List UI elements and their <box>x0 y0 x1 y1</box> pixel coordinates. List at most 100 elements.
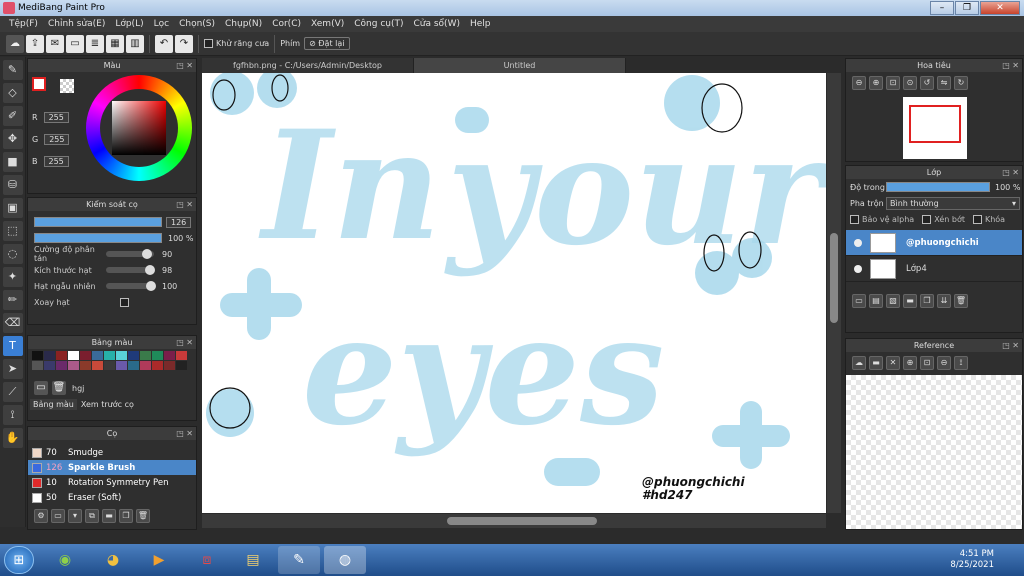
share-icon[interactable]: ⇪ <box>26 34 44 53</box>
redo-icon[interactable]: ↷ <box>175 34 193 53</box>
delete-layer-icon[interactable]: 🗑 <box>954 294 968 308</box>
menu-capture[interactable]: Chụp(N) <box>220 19 267 29</box>
r-input[interactable]: 255 <box>43 111 69 123</box>
brush-param-slider[interactable] <box>106 265 156 275</box>
slider-knob[interactable] <box>145 265 156 275</box>
zoom-out-icon[interactable]: ⊖ <box>852 76 866 90</box>
tab-brush-preview[interactable]: Xem trước cọ <box>77 399 138 410</box>
menu-file[interactable]: Tệp(F) <box>4 19 43 29</box>
folder-icon[interactable]: ▬ <box>102 509 116 523</box>
merge-layer-icon[interactable]: ⇊ <box>937 294 951 308</box>
system-clock[interactable]: 4:51 PM 8/25/2021 <box>950 549 994 571</box>
palette-color-swatch[interactable] <box>92 361 103 370</box>
menu-layer[interactable]: Lớp(L) <box>110 19 148 29</box>
b-input[interactable]: 255 <box>43 155 69 167</box>
undo-icon[interactable]: ↶ <box>155 34 173 53</box>
vertical-scrollbar[interactable] <box>827 73 841 513</box>
panel-options-icon[interactable]: ◳ ✕ <box>176 336 193 349</box>
dot-tool-icon[interactable]: ✐ <box>2 106 23 126</box>
menu-select[interactable]: Chọn(S) <box>174 19 220 29</box>
palette-color-swatch[interactable] <box>80 361 91 370</box>
vertical-scroll-thumb[interactable] <box>830 233 838 323</box>
new-palette-icon[interactable]: ▭ <box>34 381 48 395</box>
lasso-tool-icon[interactable]: ◌ <box>2 244 23 264</box>
hand-tool-icon[interactable]: ✋ <box>2 428 23 448</box>
menu-color[interactable]: Cor(C) <box>267 19 306 29</box>
protect-alpha-checkbox[interactable] <box>850 214 859 224</box>
palette-color-swatch[interactable] <box>164 351 175 360</box>
brush-opacity-bar[interactable] <box>34 233 162 243</box>
horizontal-scrollbar[interactable] <box>202 514 826 528</box>
brush-size-value[interactable]: 126 <box>166 216 192 228</box>
panel-options-icon[interactable]: ◳ ✕ <box>176 427 193 440</box>
fill-rect-icon[interactable]: ■ <box>2 152 23 172</box>
duplicate-icon[interactable]: ❐ <box>119 509 133 523</box>
comment-icon[interactable]: ✉ <box>46 34 64 53</box>
panel-options-icon[interactable]: ◳ ✕ <box>1002 166 1019 179</box>
palette-color-swatch[interactable] <box>92 351 103 360</box>
palette-color-swatch[interactable] <box>164 361 175 370</box>
palette-color-swatch[interactable] <box>140 351 151 360</box>
brush-size-bar[interactable] <box>34 217 162 227</box>
zoom-out-icon[interactable]: ⊖ <box>937 356 951 370</box>
text-tool-icon[interactable]: T <box>2 336 23 356</box>
palette-color-swatch[interactable] <box>152 361 163 370</box>
tab-fgfhbn[interactable]: fgfhbn.png - C:/Users/Admin/Desktop <box>202 58 414 73</box>
layer-row[interactable]: @phuongchichi <box>846 230 1022 256</box>
rotate-left-icon[interactable]: ↺ <box>920 76 934 90</box>
drawing-canvas[interactable]: In your eyes @phuongchichi #hd247 <box>202 73 826 513</box>
eyedropper-icon[interactable]: ⟟ <box>2 405 23 425</box>
zoom-in-icon[interactable]: ⊕ <box>869 76 883 90</box>
brush-tool-icon[interactable]: ✎ <box>2 60 23 80</box>
taskbar-paint-icon[interactable]: ✎ <box>278 546 320 574</box>
tab-palette[interactable]: Bảng màu <box>30 398 77 410</box>
magic-wand-icon[interactable]: ✦ <box>2 267 23 287</box>
palette-color-swatch[interactable] <box>104 351 115 360</box>
layer-row[interactable]: Lớp4 <box>846 256 1022 282</box>
minimize-button[interactable]: – <box>930 1 954 15</box>
document-icon[interactable]: ≣ <box>86 34 104 53</box>
select-tool-icon[interactable]: ⬚ <box>2 221 23 241</box>
panel-options-icon[interactable]: ◳ ✕ <box>1002 339 1019 352</box>
divide-tool-icon[interactable]: ⟋ <box>2 382 23 402</box>
layer-visibility-icon[interactable] <box>854 238 862 247</box>
menu-filter[interactable]: Lọc <box>149 19 174 29</box>
layer-visibility-icon[interactable] <box>854 264 862 273</box>
palette-color-swatch[interactable] <box>44 351 55 360</box>
navigator-preview[interactable] <box>903 97 967 159</box>
operation-tool-icon[interactable]: ➤ <box>2 359 23 379</box>
palette-color-swatch[interactable] <box>32 351 43 360</box>
delete-palette-icon[interactable]: 🗑 <box>52 381 66 395</box>
navigator-viewport-frame[interactable] <box>909 105 961 143</box>
slider-knob[interactable] <box>146 281 156 291</box>
reference-canvas[interactable] <box>846 375 1022 529</box>
palette-color-swatch[interactable] <box>104 361 115 370</box>
move-tool-icon[interactable]: ✥ <box>2 129 23 149</box>
new-brush-icon[interactable]: ▭ <box>51 509 65 523</box>
taskbar-app-green-icon[interactable]: ◉ <box>44 546 86 574</box>
antialias-toggle[interactable]: Khử răng cưa <box>204 39 269 48</box>
tiles-icon[interactable]: ▥ <box>126 34 144 53</box>
palette-color-swatch[interactable] <box>44 361 55 370</box>
menu-help[interactable]: Help <box>465 19 496 29</box>
taskbar-explorer-icon[interactable]: ▤ <box>232 546 274 574</box>
brush-param-slider[interactable] <box>106 249 154 259</box>
menu-edit[interactable]: Chỉnh sửa(E) <box>43 19 110 29</box>
color-wheel[interactable] <box>86 75 192 181</box>
cloud-icon[interactable]: ☁ <box>6 34 24 53</box>
rotate-grain-checkbox[interactable] <box>120 297 129 307</box>
brush-list-item[interactable]: 50 Eraser (Soft) <box>28 490 196 505</box>
reset-button[interactable]: ⊘ Đặt lại <box>304 37 350 50</box>
tab-untitled[interactable]: Untitled <box>414 58 626 73</box>
palette-color-swatch[interactable] <box>68 351 79 360</box>
palette-color-swatch[interactable] <box>68 361 79 370</box>
start-button[interactable]: ⊞ <box>4 546 34 574</box>
palette-color-swatch[interactable] <box>152 351 163 360</box>
new-halftone-layer-icon[interactable]: ▤ <box>869 294 883 308</box>
g-input[interactable]: 255 <box>44 133 70 145</box>
select-pen-icon[interactable]: ✏ <box>2 290 23 310</box>
brush-menu-icon[interactable]: ▾ <box>68 509 82 523</box>
horizontal-scroll-thumb[interactable] <box>447 517 597 525</box>
clipping-checkbox[interactable] <box>922 214 932 224</box>
rotate-right-icon[interactable]: ↻ <box>954 76 968 90</box>
